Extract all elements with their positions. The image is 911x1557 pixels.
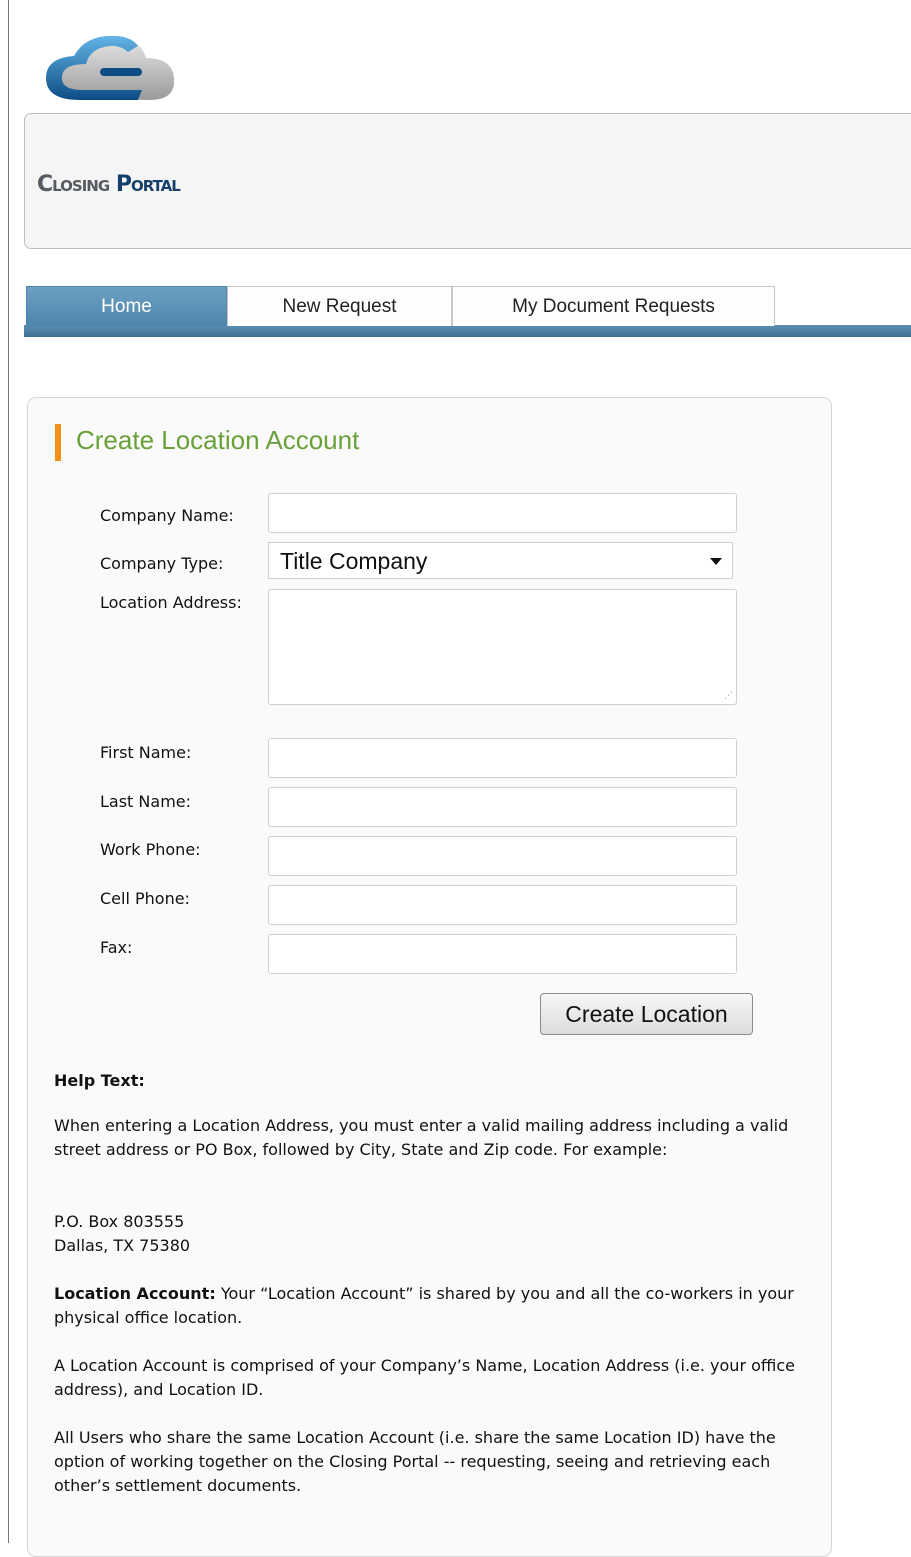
help-paragraph-sharing: All Users who share the same Location Ac… (54, 1428, 776, 1495)
cloud-logo-icon (46, 35, 175, 101)
company-name-input[interactable] (268, 493, 737, 533)
company-type-value: Title Company (280, 548, 428, 574)
brand-closing: Closing (37, 172, 110, 197)
location-address-wrapper: ⋰ (268, 589, 737, 705)
work-phone-label: Work Phone: (100, 840, 201, 859)
first-name-label: First Name: (100, 743, 192, 762)
tab-new-request[interactable]: New Request (227, 286, 452, 326)
cell-phone-input[interactable] (268, 885, 737, 925)
help-paragraph-composition: A Location Account is comprised of your … (54, 1356, 795, 1399)
location-address-label: Location Address: (100, 593, 242, 612)
page-title: Create Location Account (76, 425, 360, 455)
create-location-button[interactable]: Create Location (540, 993, 753, 1035)
company-name-label: Company Name: (100, 506, 234, 525)
main-navigation: Home New Request My Document Requests (24, 286, 911, 337)
cell-phone-label: Cell Phone: (100, 889, 190, 908)
help-heading: Help Text: (54, 1069, 814, 1093)
fax-label: Fax: (100, 938, 133, 957)
last-name-label: Last Name: (100, 792, 192, 811)
help-paragraph-address: When entering a Location Address, you mu… (54, 1116, 789, 1159)
company-type-label: Company Type: (100, 554, 224, 573)
nav-band (24, 325, 911, 337)
fax-input[interactable] (268, 934, 737, 974)
help-location-account-term: Location Account: (54, 1284, 216, 1303)
brand-portal: Portal (115, 172, 181, 197)
help-heading-text: Help Text: (54, 1071, 145, 1090)
window-left-edge (8, 0, 9, 1543)
company-type-select[interactable]: Title Company (268, 542, 733, 579)
header-banner: Closing Portal (24, 113, 911, 249)
tab-home[interactable]: Home (26, 286, 227, 326)
help-example-line-1: P.O. Box 803555 (54, 1212, 185, 1231)
location-address-textarea[interactable] (268, 589, 737, 705)
brand-logo-text: Closing Portal (37, 172, 181, 197)
help-paragraph-location-account: Location Account: Your “Location Account… (54, 1282, 814, 1330)
last-name-input[interactable] (268, 787, 737, 827)
resize-grip-icon[interactable]: ⋰ (724, 692, 733, 701)
first-name-input[interactable] (268, 738, 737, 778)
chevron-down-icon (710, 558, 722, 565)
work-phone-input[interactable] (268, 836, 737, 876)
title-accent-bar (55, 424, 61, 461)
tab-my-document-requests[interactable]: My Document Requests (452, 286, 775, 326)
help-example-line-2: Dallas, TX 75380 (54, 1236, 191, 1255)
